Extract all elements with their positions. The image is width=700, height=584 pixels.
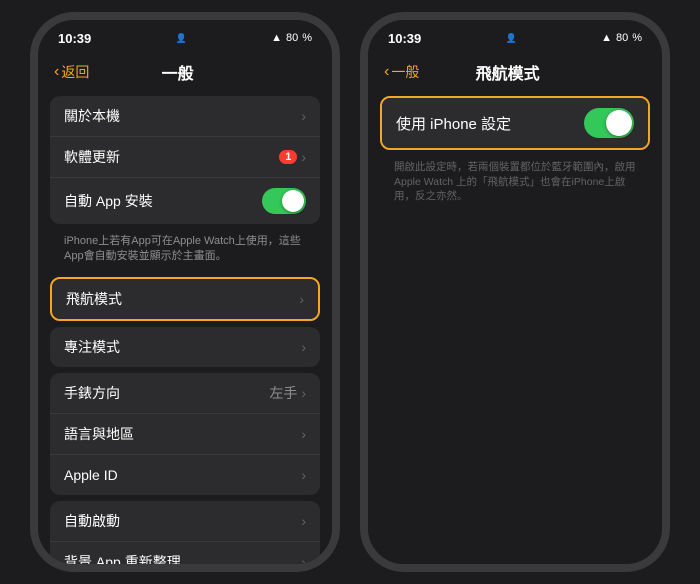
toggle-auto-install[interactable] [262, 188, 306, 214]
wifi-icon-left: ▲ [271, 32, 282, 44]
back-label-right: 一般 [391, 62, 419, 82]
settings-row-autostart[interactable]: 自動啟動 › [50, 501, 320, 542]
battery-symbol-left: % [302, 32, 312, 44]
settings-row-handedness[interactable]: 手錶方向 左手 › [50, 373, 320, 414]
nav-bar-left: ‹ 返回 一般 [38, 52, 332, 90]
row-label-flight: 飛航模式 [66, 289, 299, 309]
row-label-language: 語言與地區 [64, 424, 301, 444]
settings-row-about[interactable]: 關於本機 › [50, 96, 320, 137]
settings-group-1: 關於本機 › 軟體更新 1 › 自動 App 安裝 [50, 96, 320, 224]
chevron-focus: › [301, 339, 306, 355]
flight-mode-toggle-group: 使用 iPhone 設定 [380, 96, 650, 150]
row-label-focus: 專注模式 [64, 337, 301, 357]
settings-row-focus[interactable]: 專注模式 › [50, 327, 320, 367]
back-chevron-left: ‹ [54, 63, 59, 81]
handedness-value: 左手 [269, 383, 297, 403]
status-time-left: 10:39 [58, 31, 91, 46]
back-button-right[interactable]: ‹ 一般 [384, 62, 419, 82]
status-bar-right: 10:39 👤 ▲ 80 % [368, 20, 662, 52]
flight-description: 開啟此設定時，若兩個裝置都位於藍牙範圍內，啟用 Apple Watch 上的「飛… [380, 156, 650, 210]
chevron-apple-id: › [301, 467, 306, 483]
status-icons-right: ▲ 80 % [601, 32, 642, 44]
update-badge: 1 [279, 150, 297, 164]
row-label-about: 關於本機 [64, 106, 301, 126]
chevron-handedness: › [301, 385, 306, 401]
person-icon-right: 👤 [506, 33, 517, 44]
battery-text-left: 80 [286, 32, 298, 44]
settings-row-bg-refresh[interactable]: 背景 App 重新整理 › [50, 542, 320, 564]
back-label-left: 返回 [61, 62, 89, 82]
phone-right: 10:39 👤 ▲ 80 % ‹ 一般 飛航模式 使用 iPhone 設定 開啟… [360, 12, 670, 572]
battery-symbol-right: % [632, 32, 642, 44]
settings-group-lang: 手錶方向 左手 › 語言與地區 › Apple ID › [50, 373, 320, 495]
page-title-right: 飛航模式 [419, 60, 596, 84]
flight-mode-toggle[interactable] [584, 108, 634, 138]
page-title-left: 一般 [89, 60, 266, 84]
status-icons-left: ▲ 80 % [271, 32, 312, 44]
status-time-right: 10:39 [388, 31, 421, 46]
wifi-icon-right: ▲ [601, 32, 612, 44]
row-label-apple-id: Apple ID [64, 467, 301, 483]
row-label-update: 軟體更新 [64, 147, 279, 167]
settings-row-language[interactable]: 語言與地區 › [50, 414, 320, 455]
row-label-handedness: 手錶方向 [64, 383, 269, 403]
chevron-about: › [301, 108, 306, 124]
settings-row-flight[interactable]: 飛航模式 › [52, 279, 318, 319]
row-label-auto-install: 自動 App 安裝 [64, 191, 262, 211]
settings-row-apple-id[interactable]: Apple ID › [50, 455, 320, 495]
person-icon-left: 👤 [176, 33, 187, 44]
chevron-update: › [301, 149, 306, 165]
phone-left: 10:39 👤 ▲ 80 % ‹ 返回 一般 關於本機 › 軟體更新 1 [30, 12, 340, 572]
settings-row-update[interactable]: 軟體更新 1 › [50, 137, 320, 178]
chevron-autostart: › [301, 513, 306, 529]
row-label-bg-refresh: 背景 App 重新整理 [64, 552, 301, 564]
nav-bar-right: ‹ 一般 飛航模式 [368, 52, 662, 90]
row-label-autostart: 自動啟動 [64, 511, 301, 531]
settings-group-focus: 專注模式 › [50, 327, 320, 367]
battery-text-right: 80 [616, 32, 628, 44]
chevron-bg-refresh: › [301, 554, 306, 564]
flight-toggle-row[interactable]: 使用 iPhone 設定 [382, 98, 648, 148]
chevron-flight: › [299, 291, 304, 307]
back-button-left[interactable]: ‹ 返回 [54, 62, 89, 82]
chevron-language: › [301, 426, 306, 442]
settings-row-auto-install[interactable]: 自動 App 安裝 [50, 178, 320, 224]
flight-toggle-label: 使用 iPhone 設定 [396, 113, 584, 134]
settings-group-auto: 自動啟動 › 背景 App 重新整理 › [50, 501, 320, 564]
settings-group-flight[interactable]: 飛航模式 › [50, 277, 320, 321]
flight-mode-content: 使用 iPhone 設定 開啟此設定時，若兩個裝置都位於藍牙範圍內，啟用 App… [368, 90, 662, 564]
settings-scroll-left: 關於本機 › 軟體更新 1 › 自動 App 安裝 iPhone上若有App可在… [38, 90, 332, 564]
status-bar-left: 10:39 👤 ▲ 80 % [38, 20, 332, 52]
description-auto-install: iPhone上若有App可在Apple Watch上使用，這些App會自動安裝並… [50, 230, 320, 271]
back-chevron-right: ‹ [384, 63, 389, 81]
